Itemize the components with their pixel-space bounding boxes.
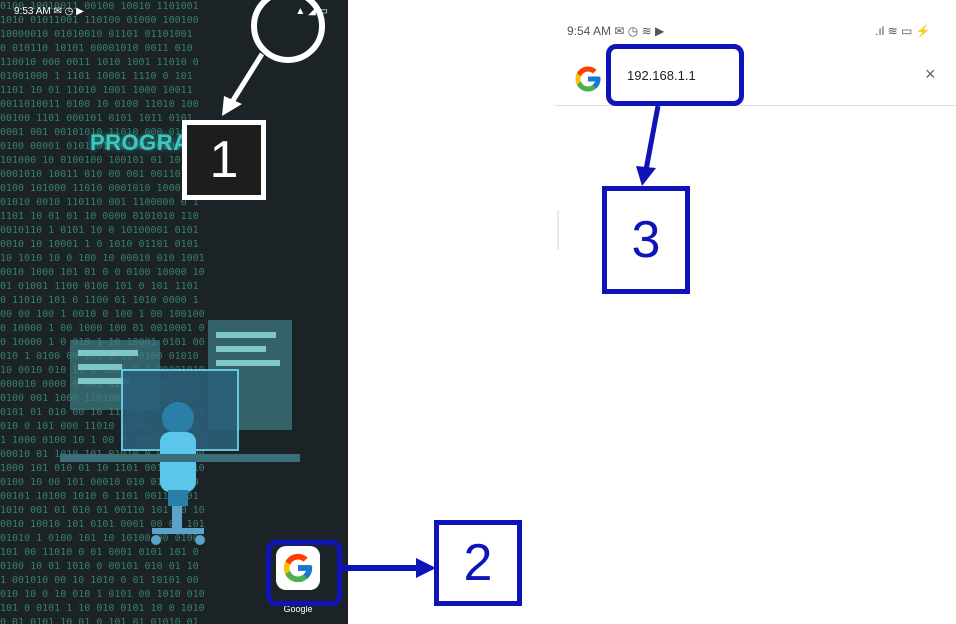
status-time: 9:53 AM bbox=[14, 6, 51, 17]
status-bar-left: 9:54 AM ✉ ◷ ≋ ▶ bbox=[567, 24, 664, 38]
step3-label-box: 3 bbox=[602, 186, 690, 294]
chair bbox=[151, 506, 205, 545]
matrix-line: 0 01 0101 10 01 0 101 01 01010 01 bbox=[0, 617, 199, 624]
step1-label-box: 1 bbox=[182, 120, 266, 200]
google-logo-icon bbox=[575, 66, 601, 92]
matrix-line: 1101 10 01 01 10 0000 0101010 110 bbox=[0, 211, 199, 222]
matrix-line: 110010 000 0011 1010 1001 11010 0 bbox=[0, 57, 199, 68]
matrix-line: 01 01001 1100 0100 101 0 101 1101 bbox=[0, 281, 199, 292]
step3-highlight-box bbox=[606, 44, 744, 106]
matrix-line: 00100 1101 000101 0101 1011 0101 bbox=[0, 113, 193, 124]
status-bar-right-icons: ▲ ◢ ▭ bbox=[295, 6, 328, 17]
matrix-line: 10 1010 10 0 100 10 00010 010 1001 bbox=[0, 253, 205, 264]
step3-number: 3 bbox=[631, 211, 661, 269]
matrix-line: 01001000 1 1101 10001 1110 0 101 bbox=[0, 71, 193, 82]
step2-arrowhead bbox=[416, 558, 436, 578]
matrix-line: 10000010 01010010 01101 01101001 bbox=[0, 29, 193, 40]
step1-number: 1 bbox=[209, 131, 239, 189]
status-time: 9:54 AM bbox=[567, 24, 612, 38]
step2-label-box: 2 bbox=[434, 520, 522, 606]
status-icons: ✉ ◷ ≋ ▶ bbox=[614, 24, 665, 38]
matrix-line: 0010110 1 0101 10 0 10100001 0101 bbox=[0, 225, 199, 236]
matrix-line: 01010 0010 110110 001 1100000 0 1 bbox=[0, 197, 199, 208]
status-bar-left: 9:53 AM ✉ ◷ ▶ bbox=[14, 6, 84, 17]
matrix-line: 1101 10 01 11010 1001 1000 10011 bbox=[0, 85, 193, 96]
status-bar-right-icons: .ıl ≋ ▭ ⚡ bbox=[875, 24, 931, 38]
edge-divider bbox=[557, 210, 559, 250]
matrix-line: 0010 10 10001 1 0 1010 01101 0101 bbox=[0, 239, 199, 250]
matrix-line: 0011010011 0100 10 0100 11010 100 bbox=[0, 99, 199, 110]
step2-number: 2 bbox=[463, 534, 493, 592]
step2-highlight-box bbox=[266, 540, 342, 606]
home-screen: 0100 10010011 00100 10010 1101001 1010 01… bbox=[0, 0, 348, 624]
matrix-line: 0001010 10011 010 00 001 0011010 bbox=[0, 169, 193, 180]
matrix-line: 101000 10 0100100 100101 01 10 01 bbox=[0, 155, 199, 166]
matrix-line: 0 010110 10101 00001010 0011 010 bbox=[0, 43, 193, 54]
matrix-line: 0100 101000 11010 0001010 10001 1 bbox=[0, 183, 199, 194]
desk bbox=[60, 454, 300, 462]
status-icons: ✉ ◷ ▶ bbox=[53, 6, 84, 17]
clear-input-icon[interactable]: × bbox=[925, 64, 936, 85]
matrix-line: 0010 1000 101 01 0 0 0100 10000 10 bbox=[0, 267, 205, 278]
programmer-illustration bbox=[60, 320, 300, 545]
matrix-line: 0 11010 101 0 1100 01 1010 0000 1 bbox=[0, 295, 199, 306]
